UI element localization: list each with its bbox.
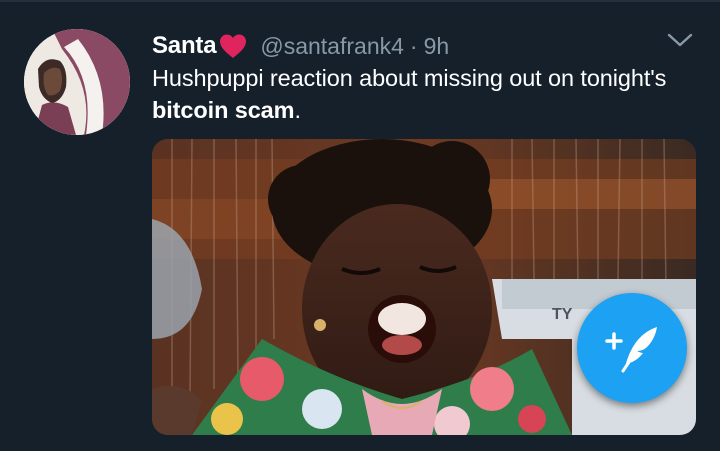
compose-tweet-button[interactable]	[577, 293, 687, 403]
tweet-text-before: Hushpuppi reaction about missing out on …	[152, 65, 667, 91]
tweet-text-bold[interactable]: bitcoin scam	[152, 97, 295, 123]
user-handle[interactable]: @santafrank4	[260, 33, 404, 60]
machine-label: TY	[552, 306, 573, 323]
tweet-text: Hushpuppi reaction about missing out on …	[152, 62, 672, 126]
timestamp[interactable]: 9h	[424, 33, 450, 60]
heart-icon	[218, 33, 248, 59]
avatar-image	[24, 29, 130, 135]
tweet-text-after: .	[294, 97, 301, 123]
chevron-down-icon[interactable]	[666, 30, 694, 50]
tweet-header: Santa @santafrank4 · 9h	[152, 30, 449, 62]
separator-dot: ·	[409, 32, 418, 59]
feather-plus-icon	[605, 327, 657, 373]
tweet[interactable]: Santa @santafrank4 · 9h Hushpuppi reacti…	[0, 0, 720, 451]
avatar[interactable]	[24, 29, 130, 135]
display-name[interactable]: Santa	[152, 32, 217, 60]
